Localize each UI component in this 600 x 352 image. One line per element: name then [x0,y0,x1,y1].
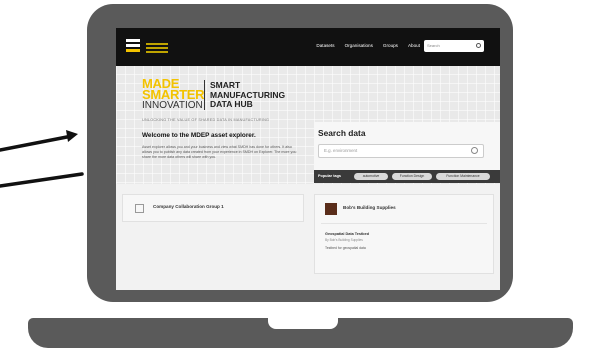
welcome-text: Asset explorer allows you and your busin… [142,145,297,159]
group-card[interactable]: Company Collaboration Group 1 [122,194,304,222]
search-input[interactable]: E.g. environment [318,144,484,158]
organisation-name[interactable]: Bob's Building Supplies [343,205,396,210]
nav-link-about[interactable]: About [408,43,420,48]
brand-innovation: INNOVATION [142,100,203,111]
popular-tags-label: Popular tags [318,174,341,178]
welcome-title: Welcome to the MDEP asset explorer. [142,132,256,139]
dataset-description: Testbed for geospatial data [325,246,366,250]
tag-function-design[interactable]: Function Design [392,173,432,180]
card-divider [321,223,487,224]
search-title: Search data [318,128,366,138]
nav-links: Datasets Organisations Groups About [316,43,420,48]
nav-link-datasets[interactable]: Datasets [316,43,334,48]
popular-tags-bar: Popular tags automotive Function Design … [314,170,500,183]
brand-smarter: SMARTER [142,87,205,102]
dataset-publisher: By Bob's Building Supplies [325,238,363,242]
brand-tagline: UNLOCKING THE VALUE OF SHARED DATA IN MA… [142,118,270,122]
group-icon [135,204,144,213]
organisation-card[interactable]: Bob's Building Supplies Geospatial Data … [314,194,494,274]
top-nav: Datasets Organisations Groups About Sear… [116,28,500,66]
laptop-screen: Datasets Organisations Groups About Sear… [116,28,500,290]
tag-automotive[interactable]: automotive [354,173,388,180]
organisation-logo [325,203,337,215]
brand-divider [204,80,205,110]
laptop-notch [268,318,338,329]
brand-logo: MADE SMARTER INNOVATION [142,77,205,112]
tag-function-maintenance[interactable]: Function Maintenance [436,173,490,180]
nav-search-input[interactable]: Search [424,40,484,52]
site-logo-subtext [146,43,168,53]
group-title[interactable]: Company Collaboration Group 1 [153,204,224,209]
dataset-title[interactable]: Geospatial Data Testbed [325,232,369,236]
brand-hub-title: SMART MANUFACTURING DATA HUB [210,80,285,110]
site-logo[interactable] [126,39,142,55]
search-icon[interactable] [476,43,481,48]
nav-link-organisations[interactable]: Organisations [345,43,373,48]
brand-hub-line3: DATA HUB [210,99,253,109]
nav-link-groups[interactable]: Groups [383,43,398,48]
search-icon[interactable] [471,147,478,154]
